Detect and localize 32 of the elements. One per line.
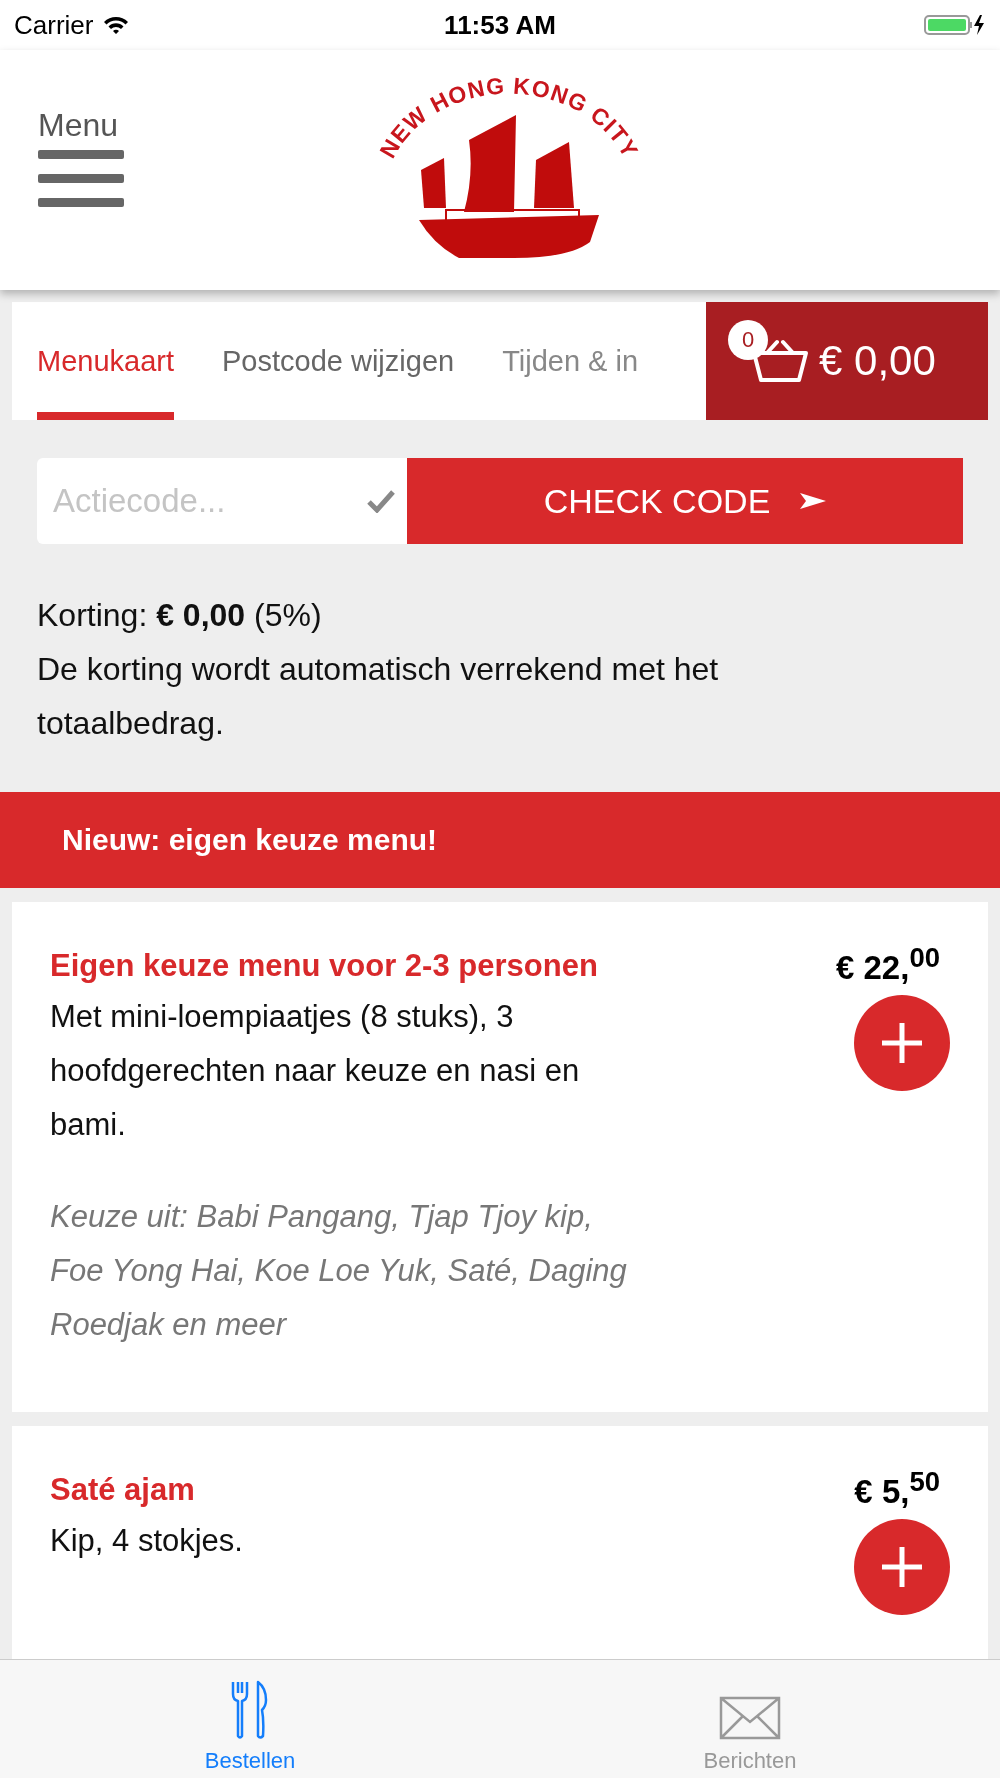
promo-code-field[interactable]: Actiecode... — [37, 458, 407, 544]
fork-knife-icon — [230, 1680, 270, 1740]
discount-text: Korting: € 0,00 (5%) — [37, 596, 323, 635]
checkmark-icon — [367, 489, 395, 513]
menu-tab[interactable]: Menukaart — [37, 302, 174, 420]
cart-button[interactable]: 0 € 0,00 — [706, 302, 988, 420]
item-description: Kip, 4 stokjes. — [50, 1522, 244, 1560]
discount-note: De korting wordt automatisch verrekend met het totaalbedrag. — [37, 650, 720, 743]
tab-bar-item[interactable]: Berichten — [500, 1660, 1000, 1778]
section-banner: Nieuw: eigen keuze menu! — [0, 792, 1000, 888]
item-choices: Keuze uit: Babi Pangang, Tjap Tjoy kip, Foe Yong Hai, Koe Loe Yuk, Saté, Daging Roedjak en meer — [50, 1198, 628, 1344]
item-name: Eigen keuze menu voor 2-3 personen — [50, 947, 599, 985]
menu-tab[interactable]: Tijden & in — [502, 302, 639, 420]
item-name: Saté ajam — [50, 1471, 196, 1509]
tab-bar-item[interactable]: Bestellen — [0, 1660, 500, 1778]
check-code-button[interactable]: CHECK CODE — [407, 458, 963, 544]
item-price: € 5,$^{50}$ — [854, 1466, 940, 1511]
item-price: € 22,$^{00}$ — [836, 942, 940, 987]
envelope-icon — [719, 1696, 781, 1740]
cart-total: € 0,00 — [819, 337, 936, 385]
plus-icon — [880, 1021, 924, 1065]
clock-time: 11:53 AM — [444, 9, 556, 41]
battery-icon — [924, 14, 986, 36]
wifi-icon — [103, 15, 130, 35]
cart-count-badge: 0 — [728, 320, 768, 360]
menu-icon — [38, 147, 124, 210]
carrier-name: Carrier — [14, 9, 94, 41]
menu-button[interactable]: Menu — [38, 106, 124, 210]
play-icon — [800, 492, 827, 510]
item-description: Met mini-loempiaatjes (8 stuks), 3 hoofdgerechten naar keuze en nasi en bami. — [50, 998, 581, 1144]
menu-tab[interactable]: Postcode wijzigen — [222, 302, 455, 420]
plus-icon — [880, 1545, 924, 1589]
